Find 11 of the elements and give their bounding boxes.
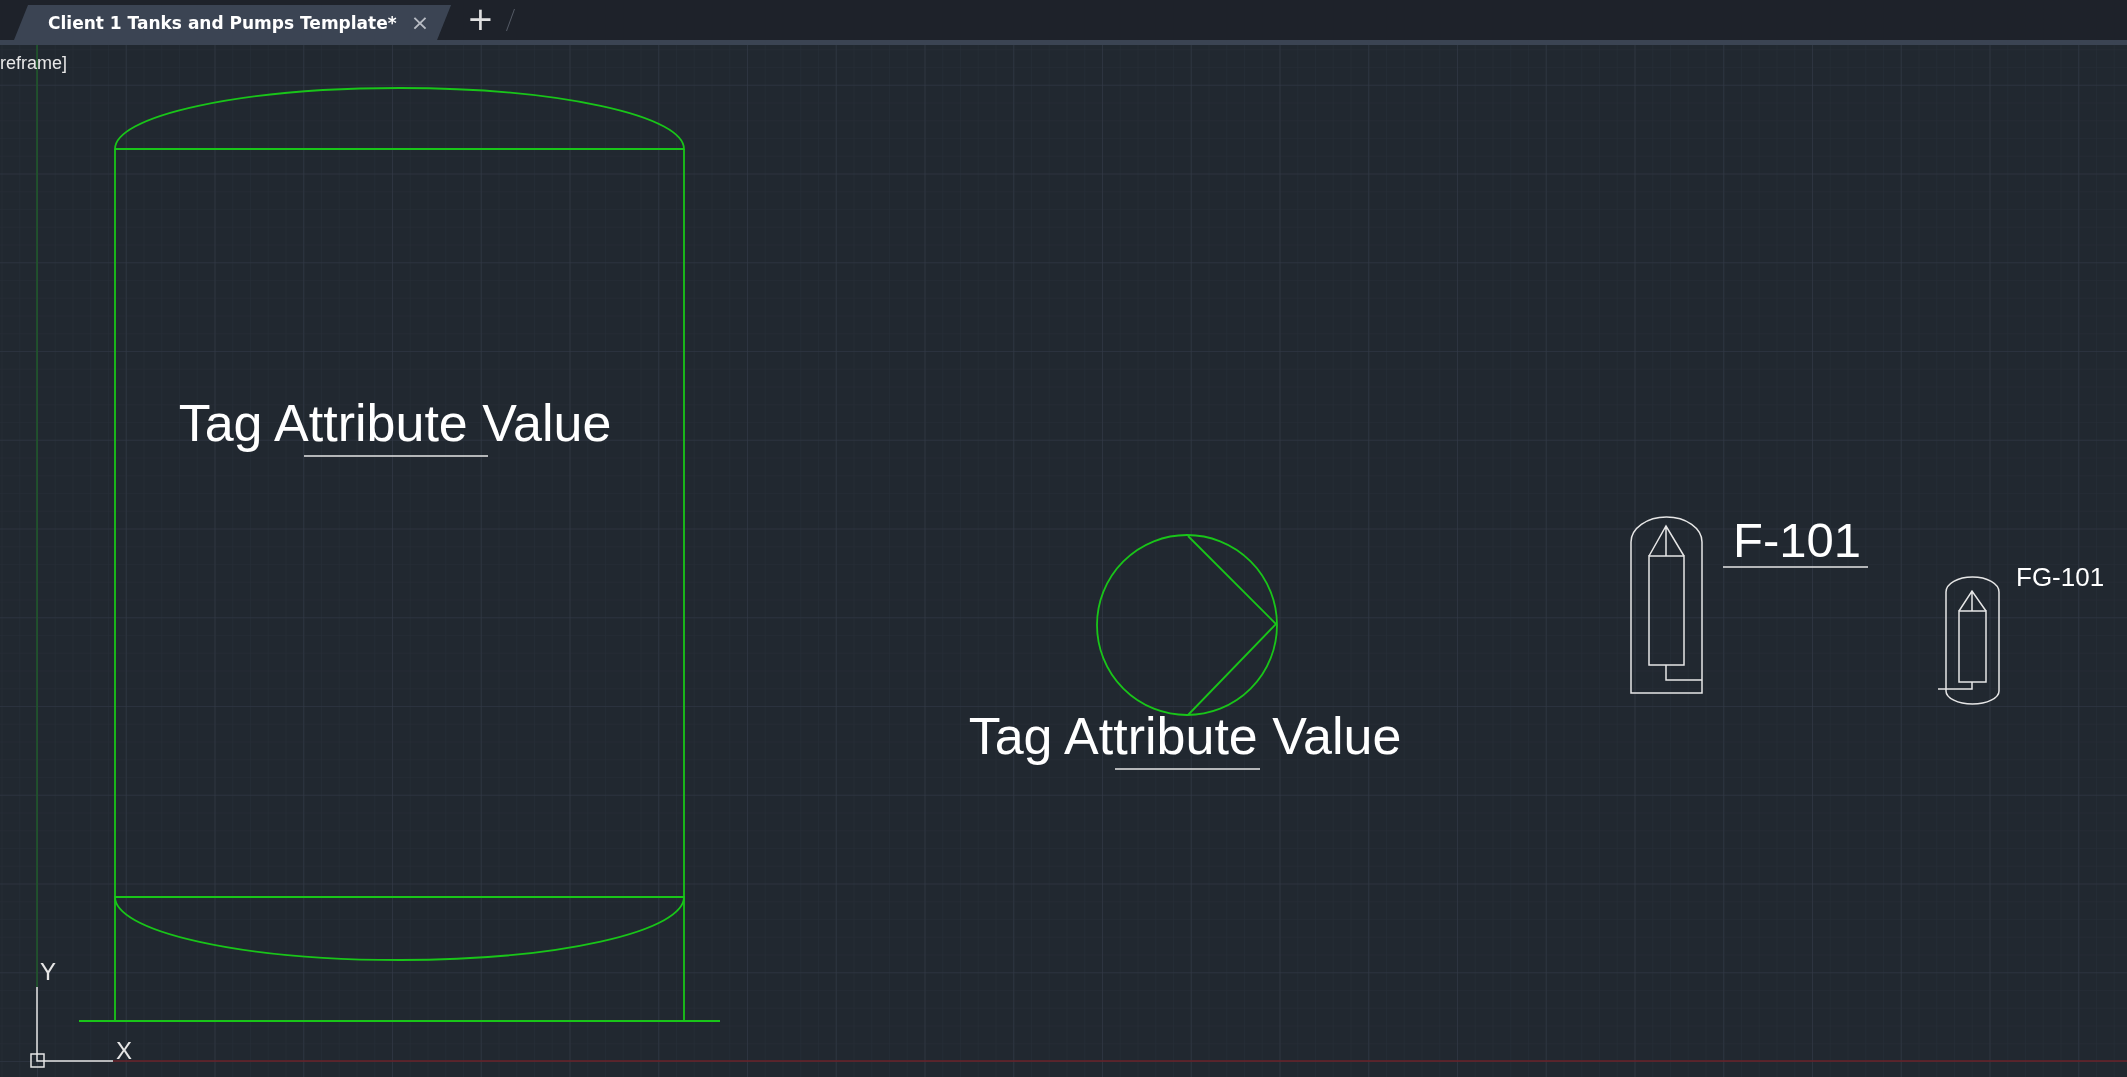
viewport-label[interactable]: reframe]	[0, 53, 68, 73]
ucs-axes-icon	[30, 986, 114, 1068]
close-icon[interactable]: ×	[410, 11, 430, 34]
new-tab-button[interactable]: +	[461, 3, 500, 37]
instrument-tag: F-101	[1733, 513, 1861, 567]
instrument-tag: FG-101	[2016, 562, 2105, 592]
pump-tag: Tag Attribute Value	[968, 707, 1402, 765]
y-axis-label: Y	[40, 958, 56, 985]
tank-tag: Tag Attribute Value	[178, 394, 612, 452]
document-tab[interactable]: Client 1 Tanks and Pumps Template* ×	[14, 5, 452, 40]
x-axis-label: X	[116, 1037, 132, 1064]
